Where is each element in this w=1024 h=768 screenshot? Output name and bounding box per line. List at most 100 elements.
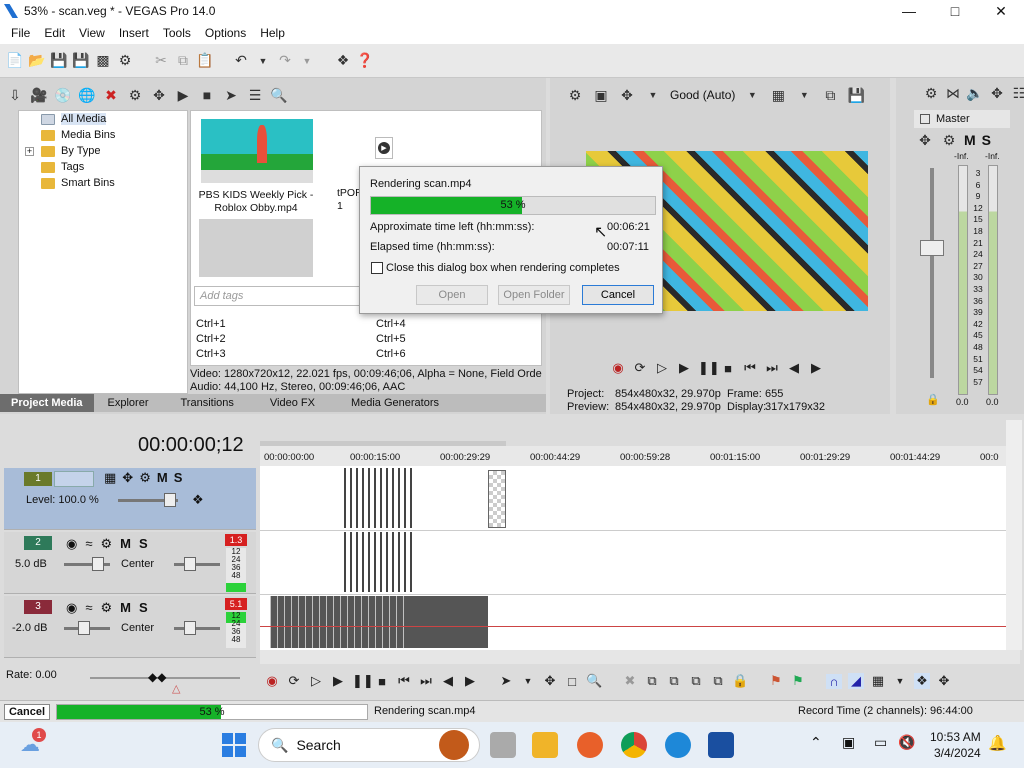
go-to-end-icon[interactable]: ⏭ xyxy=(764,360,780,376)
region-icon[interactable]: ⚑ xyxy=(790,673,806,689)
import-media-icon[interactable]: ⇩ xyxy=(6,86,24,104)
properties-icon[interactable]: ⚙ xyxy=(116,52,134,70)
track-header-video[interactable]: 1 ▦ ✥ ⚙ M S Level: 100.0 % ❖ xyxy=(4,468,256,530)
compositing-icon[interactable]: ▦ xyxy=(104,470,116,486)
loop-icon[interactable]: ⟳ xyxy=(632,360,648,376)
render-as-icon[interactable]: ▩ xyxy=(94,52,112,70)
tab-transitions[interactable]: Transitions xyxy=(163,394,252,412)
save-snapshot-icon[interactable]: 💾 xyxy=(847,86,865,104)
preview-quality-select[interactable]: Good (Auto) xyxy=(670,88,735,102)
close-when-done-checkbox[interactable] xyxy=(371,262,383,274)
stop-icon[interactable]: ■ xyxy=(720,361,736,376)
record-icon[interactable]: ◉ xyxy=(610,360,626,376)
tray-network-icon[interactable]: ▣ xyxy=(842,734,855,751)
go-to-end-icon[interactable]: ⏭ xyxy=(418,673,434,689)
mute-button[interactable]: M xyxy=(157,470,168,486)
copy-snapshot-icon[interactable]: ⧉ xyxy=(821,86,839,104)
trim-icon[interactable]: ⧉ xyxy=(644,673,660,689)
track-fx-icon[interactable]: ⚙ xyxy=(139,470,151,486)
tab-media-generators[interactable]: Media Generators xyxy=(333,394,457,412)
split-dropdown-icon[interactable]: ▼ xyxy=(644,86,662,104)
shortcut-label[interactable]: Ctrl+1 xyxy=(196,317,226,332)
auto-crossfade-icon[interactable]: ◢ xyxy=(848,673,864,689)
pan-slider[interactable] xyxy=(174,563,220,566)
add-tags-input[interactable]: Add tags xyxy=(194,286,360,306)
search-media-icon[interactable]: 🔍 xyxy=(270,86,288,104)
loop-icon[interactable]: ⟳ xyxy=(286,673,302,689)
split-icon[interactable]: ⧉ xyxy=(710,673,726,689)
delete-icon[interactable]: ✖ xyxy=(622,673,638,689)
overlays-icon[interactable]: ▦ xyxy=(769,86,787,104)
zoom-tool-icon[interactable]: 🔍 xyxy=(586,673,602,689)
downmix-icon[interactable]: ⋈ xyxy=(944,84,962,102)
pan-slider-handle[interactable] xyxy=(184,557,196,571)
preview-settings-icon[interactable]: ⚙ xyxy=(566,86,584,104)
menu-help[interactable]: Help xyxy=(253,26,292,40)
volume-slider-handle[interactable] xyxy=(92,557,104,571)
redo-dropdown-icon[interactable]: ▼ xyxy=(298,52,316,70)
tab-video-fx[interactable]: Video FX xyxy=(252,394,333,412)
views-icon[interactable]: ☰ xyxy=(246,86,264,104)
tray-volume-icon[interactable]: 🔇 xyxy=(898,734,915,751)
play-preview-icon[interactable]: ▶ xyxy=(174,86,192,104)
mixer-fx-icon[interactable]: ✥ xyxy=(988,84,1006,102)
open-button[interactable]: Open xyxy=(416,285,488,305)
plugin-chain-icon[interactable]: ✥ xyxy=(150,86,168,104)
tab-project-media[interactable]: Project Media xyxy=(0,394,94,412)
prev-frame-icon[interactable]: ◀ xyxy=(440,673,456,689)
stop-preview-icon[interactable]: ■ xyxy=(198,86,216,104)
volume-envelope[interactable] xyxy=(260,626,1006,627)
trim-start-icon[interactable]: ⧉ xyxy=(666,673,682,689)
trim-end-icon[interactable]: ⧉ xyxy=(688,673,704,689)
invert-phase-icon[interactable]: ≈ xyxy=(85,600,92,616)
external-monitor-icon[interactable]: ▣ xyxy=(592,86,610,104)
marker-icon[interactable]: ⚑ xyxy=(768,673,784,689)
copy-icon[interactable]: ⧉ xyxy=(174,52,192,70)
redo-icon[interactable]: ↷ xyxy=(276,52,294,70)
track-motion-icon[interactable]: ✥ xyxy=(122,470,133,486)
menu-file[interactable]: File xyxy=(4,26,37,40)
master-mute-button[interactable]: M xyxy=(964,132,976,148)
track-fx-icon[interactable]: ⚙ xyxy=(100,536,112,552)
capture-icon[interactable]: 🎥 xyxy=(30,86,48,104)
menu-edit[interactable]: Edit xyxy=(37,26,72,40)
video-event[interactable] xyxy=(344,468,412,528)
edit-tool-dropdown-icon[interactable]: ▼ xyxy=(520,676,536,686)
play-icon[interactable]: ▶ xyxy=(330,673,346,689)
tray-chevron-icon[interactable]: ⌃ xyxy=(810,734,822,751)
quality-dropdown-icon[interactable]: ▼ xyxy=(743,86,761,104)
new-icon[interactable]: 📄 xyxy=(6,52,24,70)
pause-icon[interactable]: ❚❚ xyxy=(352,673,374,689)
lock-icon[interactable]: 🔒 xyxy=(926,393,940,406)
tree-item-all-media[interactable]: All Media xyxy=(19,111,187,127)
solo-button[interactable]: S xyxy=(174,470,183,486)
pan-slider[interactable] xyxy=(174,627,220,630)
tree-item-by-type[interactable]: + By Type xyxy=(19,143,187,159)
level-slider-handle[interactable] xyxy=(164,493,176,507)
solo-button[interactable]: S xyxy=(139,600,148,616)
tray-clock[interactable]: 10:53 AM 3/4/2024 xyxy=(930,729,981,761)
help-icon[interactable]: ❓ xyxy=(356,52,374,70)
menu-view[interactable]: View xyxy=(72,26,112,40)
snapping-icon[interactable]: ∩ xyxy=(826,673,842,689)
go-to-start-icon[interactable]: ⏮ xyxy=(742,360,758,376)
shortcut-label[interactable]: Ctrl+5 xyxy=(376,332,406,347)
edge-icon[interactable] xyxy=(665,732,691,758)
cancel-render-button[interactable]: Cancel xyxy=(582,285,654,305)
undo-icon[interactable]: ↶ xyxy=(232,52,250,70)
master-solo-button[interactable]: S xyxy=(982,132,991,148)
audio-event-3[interactable] xyxy=(270,596,488,648)
media-file-icon[interactable]: ▶ xyxy=(375,137,393,159)
pause-icon[interactable]: ❚❚ xyxy=(698,360,720,376)
compositing-mode-icon[interactable]: ❖ xyxy=(192,492,204,508)
task-view-icon[interactable] xyxy=(490,732,516,758)
play-from-start-icon[interactable]: ▷ xyxy=(654,360,670,376)
bus-settings-icon[interactable]: ⚙ xyxy=(940,131,958,149)
auto-preview-icon[interactable]: ➤ xyxy=(222,86,240,104)
next-frame-icon[interactable]: ▶ xyxy=(808,360,824,376)
maximize-button[interactable]: □ xyxy=(932,0,978,22)
get-media-icon[interactable]: 💿 xyxy=(54,86,72,104)
horizontal-scrollbar[interactable] xyxy=(260,650,1020,664)
track-header-audio-3[interactable]: 3 ◉ ≈ ⚙ M S -2.0 dB Center 5.1 12 24 36 48 xyxy=(4,596,256,658)
master-fader-handle[interactable] xyxy=(920,240,944,256)
